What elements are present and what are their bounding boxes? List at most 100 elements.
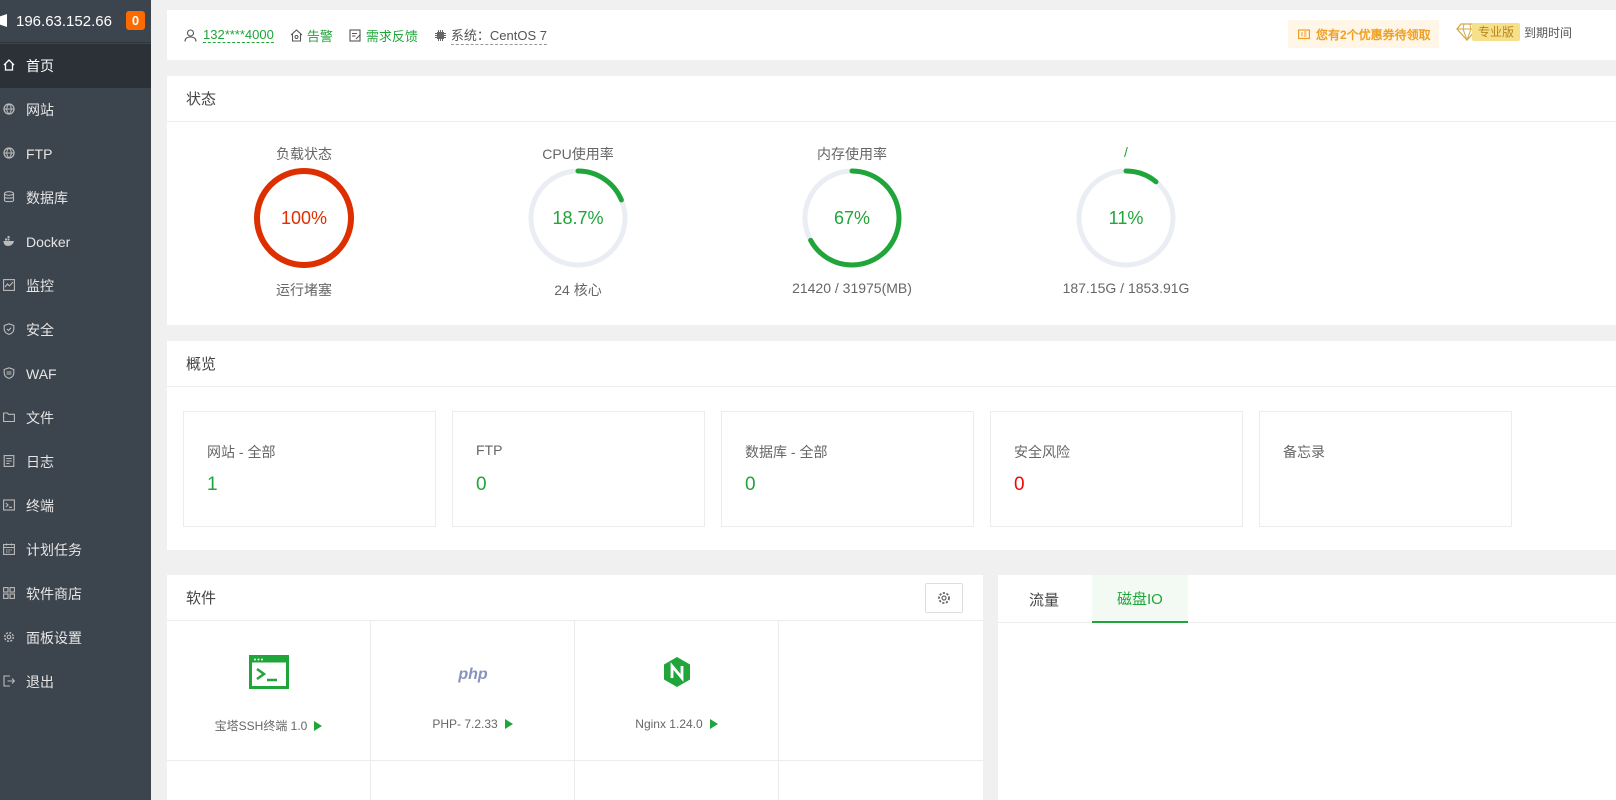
expire-label: 到期时间 <box>1524 25 1573 40</box>
sidebar-item-label: 计划任务 <box>26 542 82 558</box>
sidebar-item-logs[interactable]: 日志 <box>0 440 151 484</box>
gauge-value: 67% <box>834 208 870 228</box>
sidebar: 196.63.152.66 0 首页 网站 FTP 数据库 Docker 监控 <box>0 0 151 800</box>
overview-card-websites[interactable]: 网站 - 全部 1 <box>183 411 436 527</box>
sidebar-item-label: 网站 <box>26 102 54 118</box>
tab-disk-io[interactable]: 磁盘IO <box>1092 575 1188 623</box>
notification-badge[interactable]: 0 <box>126 11 145 30</box>
software-item-php[interactable]: php PHP- 7.2.33 <box>371 621 575 761</box>
user-icon <box>184 28 197 42</box>
apps-icon <box>3 587 15 599</box>
sidebar-item-home[interactable]: 首页 <box>0 44 151 88</box>
server-icon <box>0 14 7 27</box>
overview-card-memo[interactable]: 备忘录 <box>1259 411 1512 527</box>
sidebar-item-terminal[interactable]: 终端 <box>0 484 151 528</box>
card-value[interactable]: 1 <box>207 474 218 496</box>
gauge-ring: 18.7% <box>528 168 628 268</box>
gauge-ring: 67% <box>802 168 902 268</box>
coupon-text: 您有2个优惠券待领取 <box>1316 27 1431 42</box>
alert-link[interactable]: 告警 <box>290 26 333 45</box>
software-item-empty <box>779 621 983 761</box>
docker-icon <box>3 236 14 246</box>
memory-gauge[interactable]: 内存使用率 67% 21420 / 31975(MB) <box>772 144 932 296</box>
software-settings-button[interactable] <box>925 583 963 613</box>
feedback-link[interactable]: 需求反馈 <box>349 26 418 45</box>
logout-icon <box>3 675 15 687</box>
sidebar-item-files[interactable]: 文件 <box>0 396 151 440</box>
sidebar-menu: 首页 网站 FTP 数据库 Docker 监控 安全 WAF 文件 日志 终端 … <box>0 44 151 704</box>
sidebar-item-logout[interactable]: 退出 <box>0 660 151 704</box>
card-label: 数据库 - 全部 <box>745 444 828 460</box>
tab-traffic[interactable]: 流量 <box>998 575 1090 623</box>
coupon-banner[interactable]: 您有2个优惠券待领取 <box>1288 20 1439 48</box>
sidebar-item-monitor[interactable]: 监控 <box>0 264 151 308</box>
pro-badge: 专业版 <box>1472 23 1521 41</box>
nginx-icon <box>663 657 690 687</box>
sidebar-item-website[interactable]: 网站 <box>0 88 151 132</box>
play-icon[interactable] <box>504 719 513 729</box>
status-title: 状态 <box>167 76 1616 122</box>
gauge-value: 18.7% <box>552 208 603 228</box>
overview-card-database[interactable]: 数据库 - 全部 0 <box>721 411 974 527</box>
sidebar-item-waf[interactable]: WAF <box>0 352 151 396</box>
overview-card-ftp[interactable]: FTP 0 <box>452 411 705 527</box>
software-row2-cell <box>167 761 371 800</box>
cpu-gauge[interactable]: CPU使用率 18.7% 24 核心 <box>498 144 658 300</box>
shield-icon <box>3 323 15 335</box>
sidebar-item-ftp[interactable]: FTP <box>0 132 151 176</box>
software-item-nginx[interactable]: Nginx 1.24.0 <box>575 621 779 761</box>
system-label: 系统：CentOS 7 <box>450 25 547 45</box>
software-panel: 软件 宝塔SSH终端 1.0 php PHP- 7.2.33 Nginx 1.2… <box>167 575 983 800</box>
user-phone[interactable]: 132****4000 <box>203 27 274 43</box>
gauge-subtitle: 运行堵塞 <box>276 282 332 298</box>
monitor-icon <box>3 279 15 291</box>
gear-icon <box>938 592 950 604</box>
top-bar: 132****4000 告警 需求反馈 系统：CentOS 7 您有2个优惠券待… <box>167 10 1616 60</box>
card-label: 网站 - 全部 <box>207 444 276 460</box>
system-info: 系统：CentOS 7 <box>434 25 547 45</box>
card-value[interactable]: 0 <box>476 474 487 496</box>
software-row2-cell <box>371 761 575 800</box>
card-value[interactable]: 0 <box>1014 474 1025 496</box>
user-account[interactable]: 132****4000 <box>167 27 274 43</box>
overview-panel: 概览 网站 - 全部 1 FTP 0 数据库 - 全部 0 安全风险 0 备忘录 <box>167 341 1616 550</box>
play-icon[interactable] <box>709 719 718 729</box>
software-item-ssh[interactable]: 宝塔SSH终端 1.0 <box>167 621 371 761</box>
pro-edition[interactable]: 专业版 到期时间 <box>1456 23 1572 41</box>
server-header[interactable]: 196.63.152.66 0 <box>0 0 151 43</box>
sidebar-item-app-store[interactable]: 软件商店 <box>0 572 151 616</box>
sidebar-item-label: 面板设置 <box>26 630 82 646</box>
gauge-title: / <box>1124 144 1128 160</box>
home-icon <box>3 59 15 71</box>
gauge-value: 11% <box>1109 208 1144 228</box>
gear-icon <box>3 631 15 643</box>
play-icon[interactable] <box>314 721 323 731</box>
waf-shield-icon <box>3 367 15 379</box>
ssh-terminal-icon <box>248 655 289 689</box>
gauge-ring: 100% <box>254 168 354 268</box>
sidebar-item-label: 终端 <box>26 498 54 514</box>
sidebar-item-label: WAF <box>26 366 57 382</box>
disk-gauge[interactable]: / 11% 187.15G / 1853.91G <box>1036 144 1216 296</box>
sidebar-item-settings[interactable]: 面板设置 <box>0 616 151 660</box>
database-icon <box>3 191 15 203</box>
sidebar-item-label: 安全 <box>26 322 54 338</box>
calendar-icon <box>3 543 15 555</box>
globe-icon <box>3 103 15 115</box>
traffic-panel: 流量 磁盘IO <box>998 575 1616 800</box>
card-value[interactable]: 0 <box>745 474 756 496</box>
gauge-title: 内存使用率 <box>817 146 887 162</box>
log-icon <box>3 455 15 467</box>
overview-card-security-risk[interactable]: 安全风险 0 <box>990 411 1243 527</box>
card-label: 安全风险 <box>1014 444 1070 460</box>
php-icon: php <box>457 666 488 683</box>
sidebar-item-security[interactable]: 安全 <box>0 308 151 352</box>
sidebar-item-label: 日志 <box>26 454 54 470</box>
sidebar-item-cron[interactable]: 计划任务 <box>0 528 151 572</box>
load-gauge[interactable]: 负载状态 100% 运行堵塞 <box>224 144 384 300</box>
alert-house-icon <box>290 28 303 42</box>
sidebar-item-docker[interactable]: Docker <box>0 220 151 264</box>
sidebar-item-database[interactable]: 数据库 <box>0 176 151 220</box>
gauge-title: 负载状态 <box>276 146 332 162</box>
sidebar-item-label: 监控 <box>26 278 54 294</box>
